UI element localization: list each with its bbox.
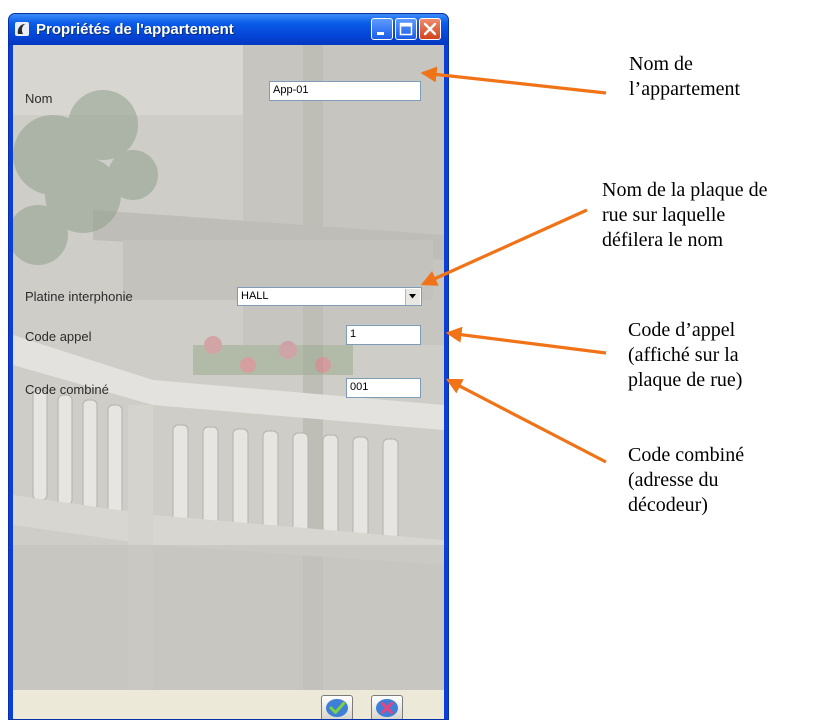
- annotation-line: Nom de: [629, 53, 693, 75]
- annotation-nom: Nom de l’appartement: [629, 52, 740, 102]
- annotation-line: (affiché sur la: [628, 344, 739, 366]
- annotation-line: plaque de rue): [628, 369, 743, 391]
- arrow-code-appel: [445, 326, 607, 355]
- arrow-code-combine: [445, 378, 607, 464]
- annotation-line: (adresse du: [628, 469, 719, 491]
- annotation-line: Code d’appel: [628, 319, 736, 341]
- annotation-line: rue sur laquelle: [602, 204, 726, 226]
- annotation-line: Code combiné: [628, 444, 745, 466]
- annotation-code-appel: Code d’appel (affiché sur la plaque de r…: [628, 318, 742, 393]
- annotation-line: défilera le nom: [602, 229, 724, 251]
- annotation-line: Nom de la plaque de: [602, 179, 768, 201]
- annotation-line: décodeur): [628, 494, 708, 516]
- annotation-platine: Nom de la plaque de rue sur laquelle déf…: [602, 178, 768, 253]
- annotation-code-combine: Code combiné (adresse du décodeur): [628, 443, 744, 518]
- arrow-platine: [420, 208, 588, 286]
- annotation-line: l’appartement: [629, 78, 741, 100]
- arrow-nom: [420, 66, 607, 95]
